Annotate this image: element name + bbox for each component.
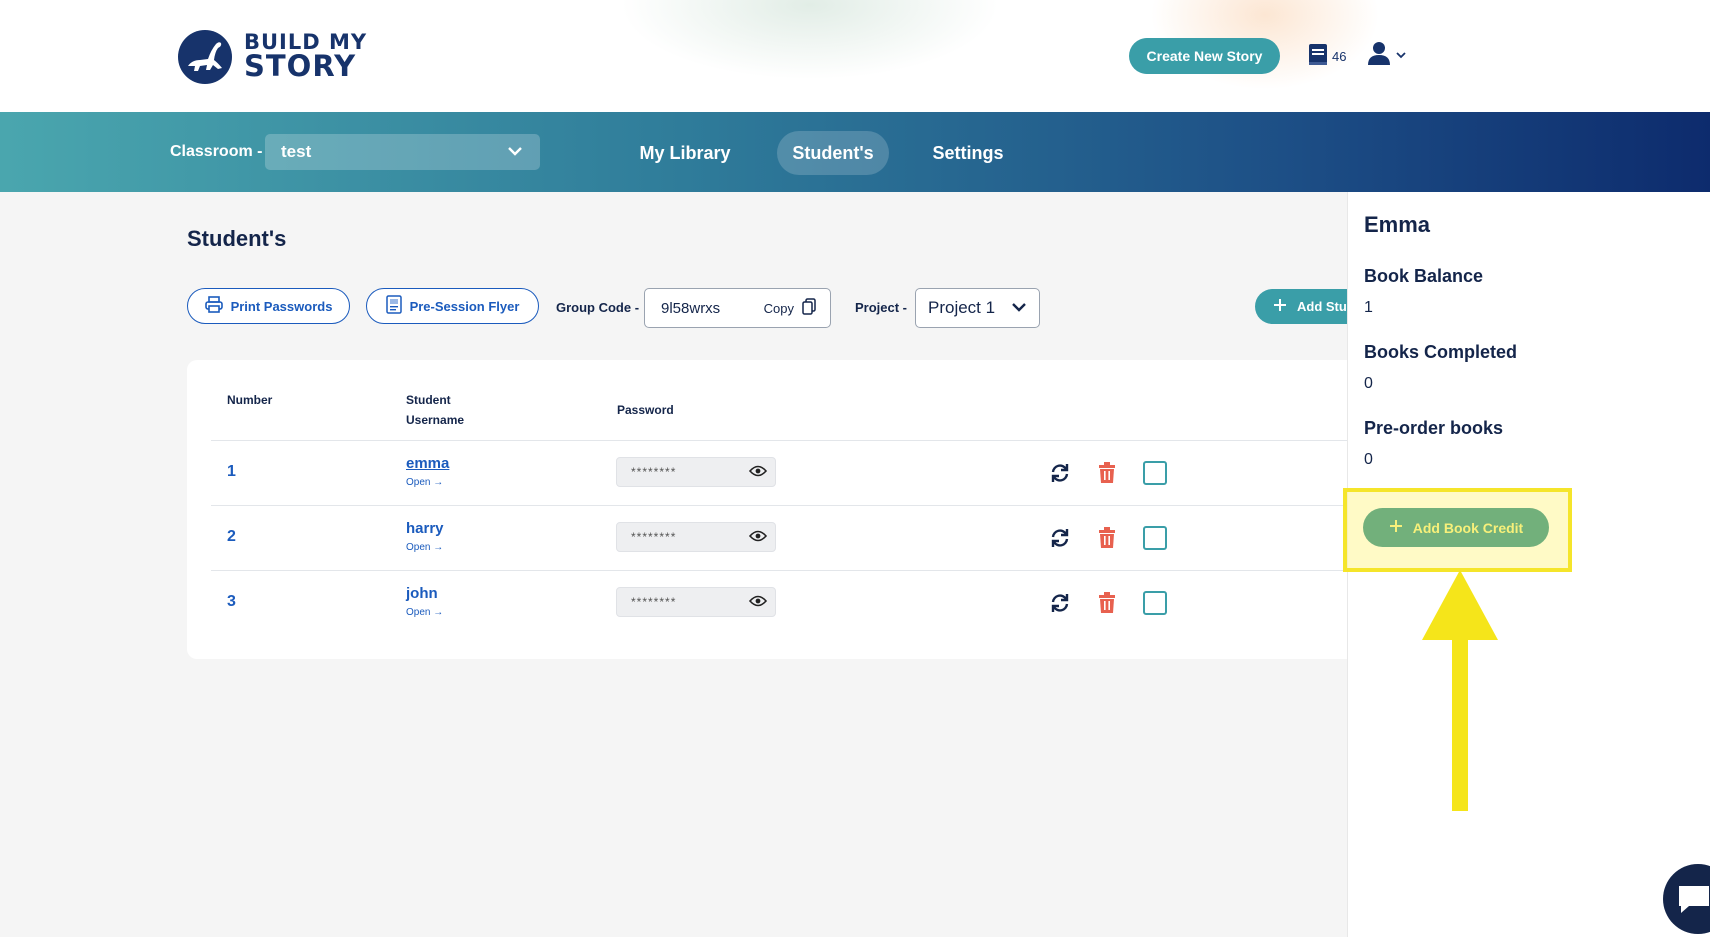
chevron-down-icon bbox=[506, 142, 524, 162]
printer-icon bbox=[204, 296, 223, 316]
classroom-nav-bar: Classroom - test My Library Student's Se… bbox=[0, 112, 1710, 192]
table-row: 3 john Open → ******** bbox=[211, 570, 1377, 635]
username-link[interactable]: john bbox=[406, 585, 438, 602]
classroom-label: Classroom - bbox=[170, 143, 263, 160]
chat-icon bbox=[1677, 884, 1710, 919]
header-number: Number bbox=[227, 393, 273, 407]
trash-icon[interactable] bbox=[1097, 462, 1117, 489]
username-link[interactable]: emma bbox=[406, 455, 449, 472]
eye-icon[interactable] bbox=[748, 530, 768, 545]
students-table-card: Number Student Username Password 1 emma … bbox=[187, 360, 1377, 659]
select-checkbox[interactable] bbox=[1143, 461, 1167, 485]
project-select[interactable]: Project 1 bbox=[915, 288, 1040, 328]
table-row: 2 harry Open → ******** bbox=[211, 505, 1377, 570]
copy-icon bbox=[802, 298, 816, 318]
copy-label: Copy bbox=[763, 300, 794, 316]
book-balance-value: 1 bbox=[1364, 299, 1373, 316]
trash-icon[interactable] bbox=[1097, 592, 1117, 619]
group-code-box: 9l58wrxs Copy bbox=[644, 288, 831, 328]
add-book-credit-label: Add Book Credit bbox=[1412, 519, 1524, 536]
book-balance-label: Book Balance bbox=[1364, 266, 1484, 286]
classroom-select-value: test bbox=[281, 142, 312, 161]
top-header: BUILD MY STORY Create New Story 46 bbox=[0, 0, 1710, 112]
header-username-line-1: Student bbox=[406, 393, 451, 407]
create-new-story-button[interactable]: Create New Story bbox=[1129, 38, 1280, 74]
password-value: ******** bbox=[631, 530, 677, 544]
book-count-value: 46 bbox=[1332, 49, 1347, 64]
password-value: ******** bbox=[631, 595, 677, 609]
chevron-down-icon bbox=[1011, 298, 1027, 318]
eye-icon[interactable] bbox=[748, 465, 768, 480]
print-passwords-label: Print Passwords bbox=[230, 298, 333, 314]
header-username-line-2: Username bbox=[406, 413, 465, 427]
refresh-password-icon[interactable] bbox=[1049, 527, 1071, 554]
refresh-password-icon[interactable] bbox=[1049, 592, 1071, 619]
classroom-select[interactable]: test bbox=[265, 134, 540, 170]
book-icon bbox=[1307, 42, 1329, 71]
table-row: 1 emma Open → ******** bbox=[211, 440, 1377, 505]
plus-icon bbox=[1273, 298, 1287, 315]
user-avatar-icon bbox=[1367, 40, 1391, 71]
select-checkbox[interactable] bbox=[1143, 591, 1167, 615]
refresh-password-icon[interactable] bbox=[1049, 462, 1071, 489]
decor-blob bbox=[620, 0, 1000, 80]
document-icon bbox=[385, 295, 402, 317]
group-code-value: 9l58wrxs bbox=[661, 299, 721, 317]
brand-line-2: STORY bbox=[244, 49, 357, 84]
chevron-down-icon bbox=[1395, 47, 1407, 65]
nav-settings[interactable]: Settings bbox=[920, 131, 1016, 175]
pre-session-flyer-button[interactable]: Pre-Session Flyer bbox=[366, 288, 539, 324]
select-checkbox[interactable] bbox=[1143, 526, 1167, 550]
trash-icon[interactable] bbox=[1097, 527, 1117, 554]
eye-icon[interactable] bbox=[748, 595, 768, 610]
row-number: 3 bbox=[227, 593, 236, 610]
student-name: Emma bbox=[1364, 212, 1431, 237]
preorder-books-label: Pre-order books bbox=[1364, 418, 1504, 438]
nav-my-library[interactable]: My Library bbox=[620, 131, 750, 175]
nav-students[interactable]: Student's bbox=[777, 131, 889, 175]
password-value: ******** bbox=[631, 465, 677, 479]
open-link[interactable]: Open → bbox=[406, 542, 443, 553]
brand-logo[interactable]: BUILD MY STORY bbox=[178, 30, 367, 84]
header-password: Password bbox=[617, 403, 674, 417]
password-field[interactable]: ******** bbox=[616, 522, 776, 552]
open-link[interactable]: Open → bbox=[406, 477, 443, 488]
plus-icon bbox=[1389, 519, 1403, 536]
copy-button[interactable]: Copy bbox=[764, 298, 816, 318]
user-menu[interactable] bbox=[1367, 40, 1407, 71]
dinosaur-logo-icon bbox=[178, 30, 232, 84]
preorder-books-value: 0 bbox=[1364, 451, 1373, 468]
book-count-indicator[interactable]: 46 bbox=[1307, 42, 1346, 71]
group-code-label: Group Code - bbox=[556, 300, 640, 315]
books-completed-value: 0 bbox=[1364, 375, 1373, 392]
password-field[interactable]: ******** bbox=[616, 457, 776, 487]
project-label: Project - bbox=[855, 300, 908, 315]
add-student-label: Add Stu bbox=[1297, 299, 1347, 314]
print-passwords-button[interactable]: Print Passwords bbox=[187, 288, 350, 324]
row-number: 2 bbox=[227, 528, 236, 545]
open-link[interactable]: Open → bbox=[406, 607, 443, 618]
row-number: 1 bbox=[227, 463, 236, 480]
add-book-credit-button[interactable]: Add Book Credit bbox=[1363, 508, 1549, 547]
project-select-value: Project 1 bbox=[928, 298, 996, 317]
books-completed-label: Books Completed bbox=[1364, 342, 1518, 362]
pre-session-flyer-label: Pre-Session Flyer bbox=[409, 298, 520, 314]
username-link[interactable]: harry bbox=[406, 520, 444, 537]
brand-wordmark: BUILD MY STORY bbox=[244, 32, 367, 84]
annotation-arrow-icon bbox=[1422, 570, 1498, 811]
password-field[interactable]: ******** bbox=[616, 587, 776, 617]
page-title: Student's bbox=[187, 226, 287, 251]
